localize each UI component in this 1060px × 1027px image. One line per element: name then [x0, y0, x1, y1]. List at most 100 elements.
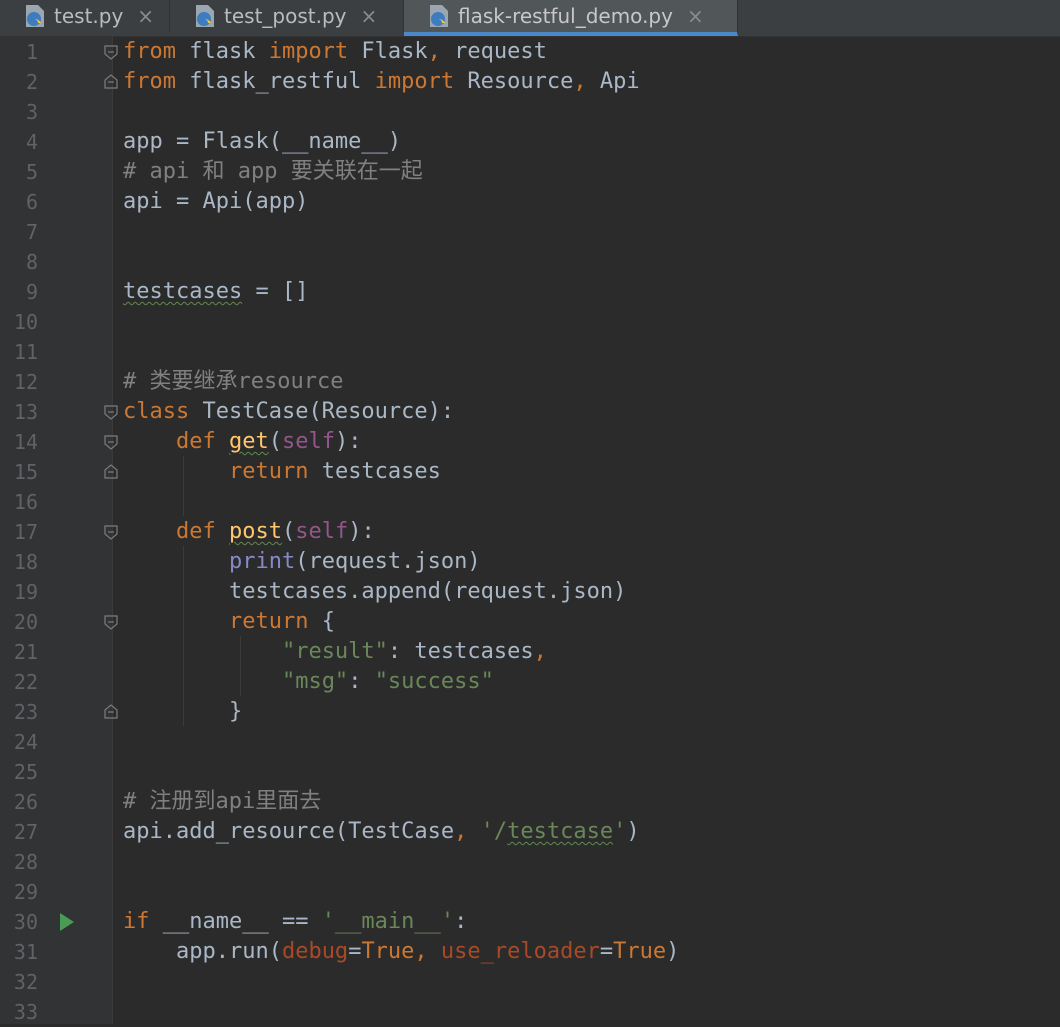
code-line[interactable]: 5 # api 和 app 要关联在一起 [0, 157, 1060, 187]
code-text: def post(self): [123, 517, 375, 547]
code-line[interactable]: 31 app.run(debug=True, use_reloader=True… [0, 937, 1060, 967]
code-text: } [123, 697, 242, 727]
code-line[interactable]: 32 [0, 967, 1060, 997]
code-token: Flask [348, 39, 428, 64]
code-text: def get(self): [123, 427, 361, 457]
close-icon[interactable]: × [361, 4, 378, 28]
fold-marker-icon[interactable] [103, 44, 119, 60]
tab-test-post-py[interactable]: test_post.py × [170, 0, 404, 32]
line-number: 14 [13, 430, 38, 454]
line-number: 7 [25, 220, 38, 244]
code-token: TestCase(Resource): [189, 399, 455, 424]
code-line[interactable]: 14 def get(self): [0, 427, 1060, 457]
code-line[interactable]: 4 app = Flask(__name__) [0, 127, 1060, 157]
tab-test-py[interactable]: test.py × [0, 0, 170, 32]
code-text: "msg": "success" [123, 667, 494, 697]
code-token: testcases [308, 459, 441, 484]
code-token: return [228, 459, 309, 484]
run-arrow-icon[interactable] [60, 913, 74, 931]
code-line[interactable]: 18 print(request.json) [0, 547, 1060, 577]
code-line[interactable]: 21 "result": testcases, [0, 637, 1060, 667]
code-token: self [281, 429, 335, 454]
code-line[interactable]: 9 testcases = [] [0, 277, 1060, 307]
code-line[interactable]: 16 [0, 487, 1060, 517]
code-token: # 类要继承resource [123, 369, 344, 394]
fold-marker-icon[interactable] [103, 74, 119, 90]
fold-marker-icon[interactable] [103, 434, 119, 450]
line-number: 5 [25, 160, 38, 184]
code-line[interactable]: 8 [0, 247, 1060, 277]
fold-marker-icon[interactable] [103, 614, 119, 630]
line-number: 25 [13, 760, 38, 784]
fold-marker-icon[interactable] [103, 404, 119, 420]
code-line[interactable]: 10 [0, 307, 1060, 337]
code-line[interactable]: 23 } [0, 697, 1060, 727]
code-editor[interactable]: 1 from flask import Flask, request 2 from f… [0, 36, 1060, 1024]
close-icon[interactable]: × [687, 4, 704, 28]
code-line[interactable]: 13 class TestCase(Resource): [0, 397, 1060, 427]
code-token: api.add_resource(TestCase [123, 819, 455, 844]
code-line[interactable]: 6 api = Api(app) [0, 187, 1060, 217]
close-icon[interactable]: × [137, 4, 154, 28]
code-token: "msg" [281, 669, 349, 694]
code-text: # api 和 app 要关联在一起 [123, 157, 423, 187]
code-token: from [123, 39, 176, 64]
line-number: 10 [13, 310, 38, 334]
code-line[interactable]: 7 [0, 217, 1060, 247]
code-line[interactable]: 26 # 注册到api里面去 [0, 787, 1060, 817]
fold-marker-icon[interactable] [103, 464, 119, 480]
line-number: 24 [13, 730, 38, 754]
code-text: if __name__ == '__main__': [123, 907, 467, 937]
line-number: 15 [13, 460, 38, 484]
tab-flask-restful-demo-py[interactable]: flask-restful_demo.py × [404, 0, 738, 36]
line-number: 8 [25, 250, 38, 274]
code-token: import [268, 39, 349, 64]
code-line[interactable]: 11 [0, 337, 1060, 367]
code-line[interactable]: 29 [0, 877, 1060, 907]
line-number: 33 [13, 1000, 38, 1024]
code-token: , [427, 39, 441, 64]
line-number: 16 [13, 490, 38, 514]
line-number: 23 [13, 700, 38, 724]
code-line[interactable]: 30 if __name__ == '__main__': [0, 907, 1060, 937]
fold-marker-icon[interactable] [103, 524, 119, 540]
code-token: , [454, 819, 468, 844]
code-text: class TestCase(Resource): [123, 397, 454, 427]
code-line[interactable]: 17 def post(self): [0, 517, 1060, 547]
code-token: = [348, 939, 362, 964]
code-line[interactable]: 33 [0, 997, 1060, 1027]
code-token: def [175, 429, 216, 454]
tab-label: test_post.py [224, 4, 347, 28]
code-token: get [228, 429, 269, 454]
code-text: from flask_restful import Resource, Api [123, 67, 640, 97]
editor-tab-bar: test.py × test_post.py × flask-restful_d… [0, 0, 1060, 37]
code-line[interactable]: 2 from flask_restful import Resource, Api [0, 67, 1060, 97]
line-number: 12 [13, 370, 38, 394]
code-token: debug [281, 939, 349, 964]
line-number: 19 [13, 580, 38, 604]
code-token: , [414, 939, 441, 964]
python-file-icon [430, 5, 448, 27]
code-line[interactable]: 25 [0, 757, 1060, 787]
code-line[interactable]: 3 [0, 97, 1060, 127]
code-text: return testcases [123, 457, 441, 487]
code-line[interactable]: 12 # 类要继承resource [0, 367, 1060, 397]
code-token: app.run( [123, 939, 282, 964]
code-token: import [374, 69, 455, 94]
code-line[interactable]: 15 return testcases [0, 457, 1060, 487]
code-line[interactable]: 28 [0, 847, 1060, 877]
code-token: self [295, 519, 349, 544]
code-line[interactable]: 1 from flask import Flask, request [0, 37, 1060, 67]
line-number: 13 [13, 400, 38, 424]
code-token: # api 和 app 要关联在一起 [123, 159, 423, 184]
code-line[interactable]: 19 testcases.append(request.json) [0, 577, 1060, 607]
code-line[interactable]: 27 api.add_resource(TestCase, '/testcase'… [0, 817, 1060, 847]
code-line[interactable]: 22 "msg": "success" [0, 667, 1060, 697]
code-line[interactable]: 24 [0, 727, 1060, 757]
code-token: Resource [454, 69, 574, 94]
code-token: Api [586, 69, 640, 94]
code-line[interactable]: 20 return { [0, 607, 1060, 637]
fold-marker-icon[interactable] [103, 704, 119, 720]
